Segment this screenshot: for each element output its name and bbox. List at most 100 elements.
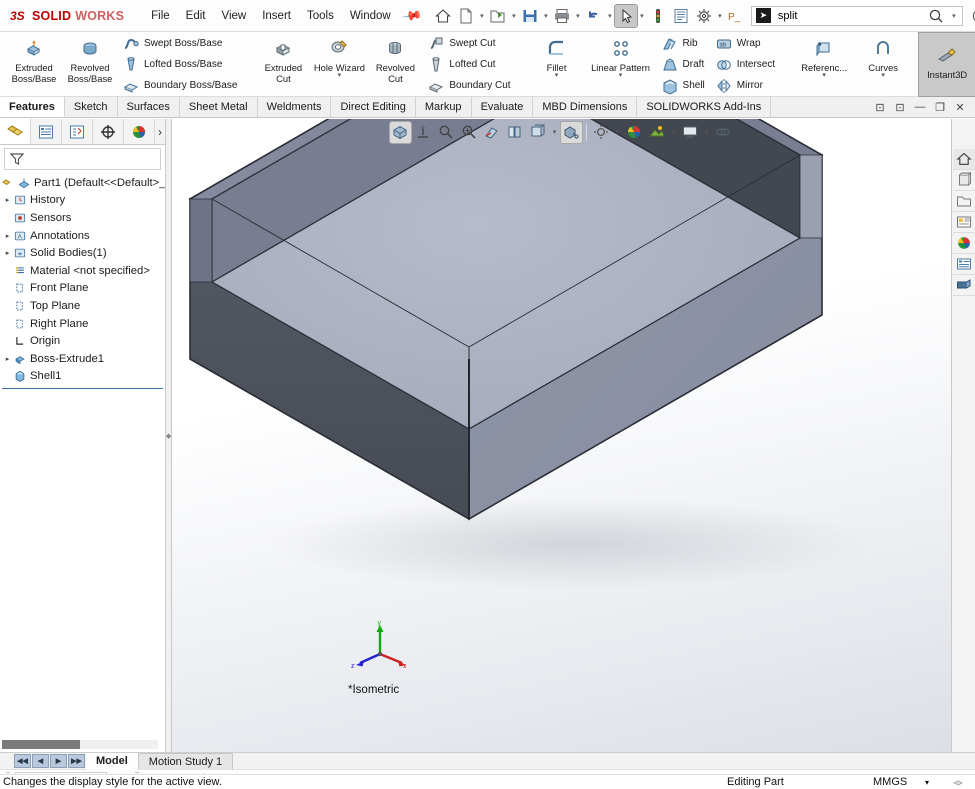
select-dropdown[interactable]: ▾ <box>638 12 646 20</box>
tree-item-front-plane[interactable]: Front Plane <box>0 280 165 298</box>
save-icon[interactable] <box>519 5 541 27</box>
shell-button[interactable]: Shell <box>659 76 709 96</box>
apply-scene-icon[interactable] <box>647 122 668 143</box>
tab-sheet-metal[interactable]: Sheet Metal <box>180 97 258 117</box>
view-orientation-icon[interactable] <box>505 122 526 143</box>
extruded-boss-base-button[interactable]: Extruded Boss/Base <box>6 33 62 96</box>
hole-wizard-dropdown-icon[interactable]: ▾ <box>338 72 342 79</box>
apply-scene-dropdown-icon[interactable]: ▾ <box>670 128 678 136</box>
linear-pattern-dropdown-icon[interactable]: ▾ <box>619 72 623 79</box>
select-pointer-icon[interactable] <box>613 3 638 28</box>
nav-next-button[interactable]: ▶ <box>50 754 67 768</box>
tree-item-history[interactable]: ▸ History <box>0 192 165 210</box>
task-pane-file-explorer-icon[interactable] <box>952 191 975 212</box>
new-document-icon[interactable] <box>455 5 477 27</box>
task-pane-design-library-icon[interactable] <box>952 170 975 191</box>
linear-pattern-button[interactable]: Linear Pattern ▾ <box>585 33 657 96</box>
account-icon[interactable] <box>967 4 975 28</box>
menu-insert[interactable]: Insert <box>255 7 298 25</box>
tree-item-top-plane[interactable]: Top Plane <box>0 297 165 315</box>
hide-show-components-icon[interactable] <box>713 122 734 143</box>
search-box[interactable]: ➤ ▾ <box>750 5 963 26</box>
curves-dropdown-icon[interactable]: ▾ <box>881 72 885 79</box>
zoom-to-fit-icon[interactable] <box>388 120 412 144</box>
expand-arrow-boss-extrude1[interactable]: ▸ <box>2 355 13 363</box>
menu-view[interactable]: View <box>214 7 253 25</box>
feature-tree-filter[interactable] <box>4 148 161 170</box>
task-pane-appearances-icon[interactable] <box>952 233 975 254</box>
restore-left-icon[interactable]: ⊡ <box>871 98 889 116</box>
mirror-button[interactable]: Mirror <box>713 76 779 96</box>
extruded-cut-button[interactable]: Extruded Cut <box>255 33 311 96</box>
tree-item-shell1[interactable]: Shell1 <box>0 368 165 386</box>
search-input[interactable] <box>775 8 922 23</box>
print-icon[interactable] <box>551 5 573 27</box>
nav-last-button[interactable]: ▶▶ <box>68 754 85 768</box>
previous-view-icon[interactable] <box>459 122 480 143</box>
undo-icon[interactable] <box>583 5 605 27</box>
tree-item-right-plane[interactable]: Right Plane <box>0 315 165 333</box>
swept-boss-base-button[interactable]: Swept Boss/Base <box>120 34 241 54</box>
custom-icon[interactable] <box>952 775 965 789</box>
tab-direct-editing[interactable]: Direct Editing <box>331 97 416 117</box>
zoom-to-area-icon[interactable] <box>413 122 434 143</box>
boundary-cut-button[interactable]: Boundary Cut <box>425 76 514 96</box>
tab-solidworks-add-ins[interactable]: SOLIDWORKS Add-Ins <box>637 97 772 117</box>
swept-cut-button[interactable]: Swept Cut <box>425 34 514 54</box>
tree-item-annotations[interactable]: ▸ A Annotations <box>0 227 165 245</box>
curves-button[interactable]: Curves ▾ <box>855 33 911 96</box>
hole-wizard-button[interactable]: Hole Wizard ▾ <box>311 33 367 96</box>
search-dropdown-icon[interactable]: ▾ <box>950 12 958 20</box>
undo-dropdown[interactable]: ▾ <box>606 12 614 20</box>
view-settings-dropdown-icon[interactable]: ▾ <box>703 128 711 136</box>
units-label[interactable]: MMGS <box>873 776 907 788</box>
shelled-box-part[interactable] <box>172 119 951 752</box>
tree-item-material[interactable]: Material <not specified> <box>0 262 165 280</box>
reference-geometry-dropdown-icon[interactable]: ▾ <box>822 72 826 79</box>
display-style-icon[interactable] <box>528 122 549 143</box>
print-dropdown[interactable]: ▾ <box>574 12 582 20</box>
task-pane-custom-properties-icon[interactable] <box>952 254 975 275</box>
search-icon[interactable] <box>927 7 945 25</box>
options-dropdown[interactable]: ▾ <box>716 12 724 20</box>
tab-display-manager[interactable] <box>124 119 155 144</box>
feature-tree-rollback-bar[interactable] <box>2 388 163 390</box>
menu-tools[interactable]: Tools <box>300 7 341 25</box>
tree-item-part1[interactable]: Part1 (Default<<Default>_ <box>0 174 165 192</box>
doc-close-icon[interactable]: ✕ <box>951 98 969 116</box>
tab-sketch[interactable]: Sketch <box>65 97 118 117</box>
save-dropdown[interactable]: ▾ <box>542 12 550 20</box>
tab-property-manager[interactable] <box>31 119 62 144</box>
open-dropdown[interactable]: ▾ <box>510 12 518 20</box>
new-document-dropdown[interactable]: ▾ <box>478 12 486 20</box>
open-folder-icon[interactable] <box>487 5 509 27</box>
display-style-dropdown-icon[interactable]: ▾ <box>551 128 559 136</box>
doc-restore-icon[interactable]: ❐ <box>931 98 949 116</box>
restore-right-icon[interactable]: ⊡ <box>891 98 909 116</box>
lofted-cut-button[interactable]: Lofted Cut <box>425 55 514 75</box>
pin-icon[interactable]: 📌 <box>401 4 423 26</box>
draft-button[interactable]: Draft <box>659 55 709 75</box>
tab-weldments[interactable]: Weldments <box>258 97 332 117</box>
tab-features[interactable]: Features <box>0 97 65 117</box>
nav-prev-button[interactable]: ◀ <box>32 754 49 768</box>
expand-arrow-history[interactable]: ▸ <box>2 196 13 204</box>
rib-button[interactable]: Rib <box>659 34 709 54</box>
tab-configuration-manager[interactable] <box>62 119 93 144</box>
task-pane-view-palette-icon[interactable] <box>952 212 975 233</box>
tab-mbd-dimensions[interactable]: MBD Dimensions <box>533 97 638 117</box>
feature-manager-expand-arrow[interactable]: › <box>155 119 165 144</box>
menu-edit[interactable]: Edit <box>179 7 213 25</box>
doc-minimize-icon[interactable]: — <box>911 98 929 116</box>
tab-dimxpert-manager[interactable] <box>93 119 124 144</box>
wrap-button[interactable]: ab Wrap <box>713 34 779 54</box>
tree-item-boss-extrude1[interactable]: ▸ Boss-Extrude1 <box>0 350 165 368</box>
tab-evaluate[interactable]: Evaluate <box>472 97 534 117</box>
reference-geometry-button[interactable]: Referenc... ▾ <box>793 33 855 96</box>
feature-tree-horizontal-scrollbar[interactable] <box>2 740 158 749</box>
zoom-in-out-icon[interactable] <box>436 122 457 143</box>
task-pane-3dexperience-icon[interactable] <box>952 275 975 296</box>
revolved-boss-base-button[interactable]: Revolved Boss/Base <box>62 33 118 96</box>
task-pane-home-icon[interactable] <box>952 149 975 170</box>
doc-tab-model[interactable]: Model <box>86 752 138 770</box>
